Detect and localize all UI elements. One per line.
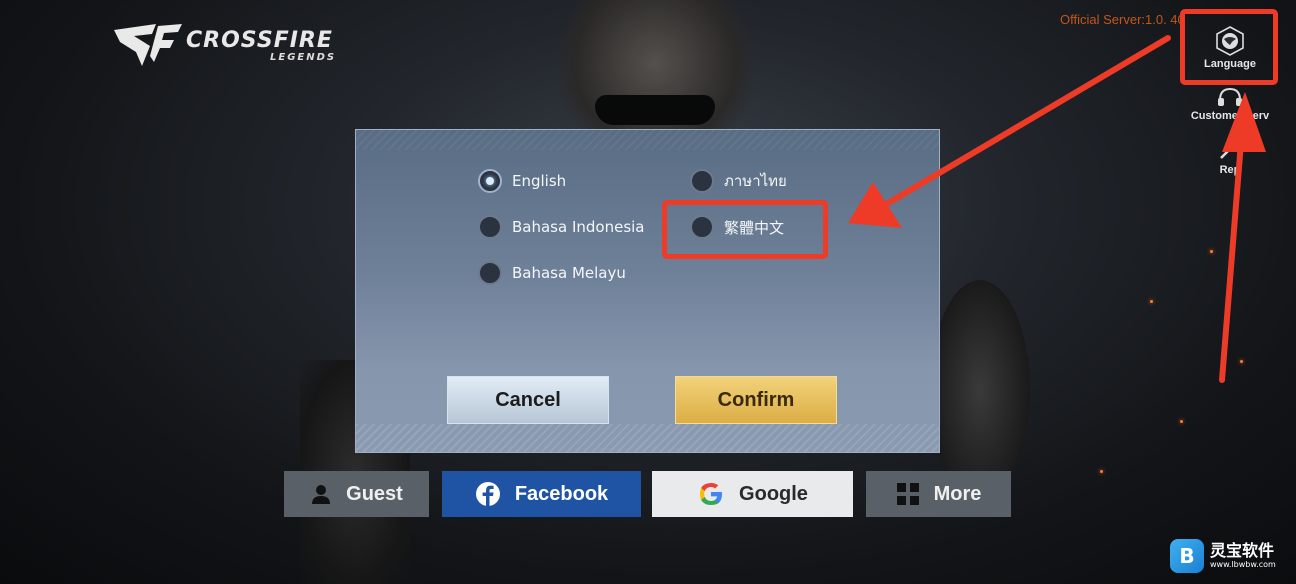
- watermark-url: www.lbwbw.com: [1210, 560, 1276, 569]
- annotation-arrows: [848, 35, 1266, 383]
- watermark-logo-icon: B: [1170, 539, 1204, 573]
- arrow-to-language-button: [1219, 92, 1266, 383]
- arrow-to-chinese-option: [848, 35, 1171, 228]
- watermark: B 灵宝软件 www.lbwbw.com: [1170, 537, 1288, 575]
- watermark-title: 灵宝软件: [1210, 541, 1275, 560]
